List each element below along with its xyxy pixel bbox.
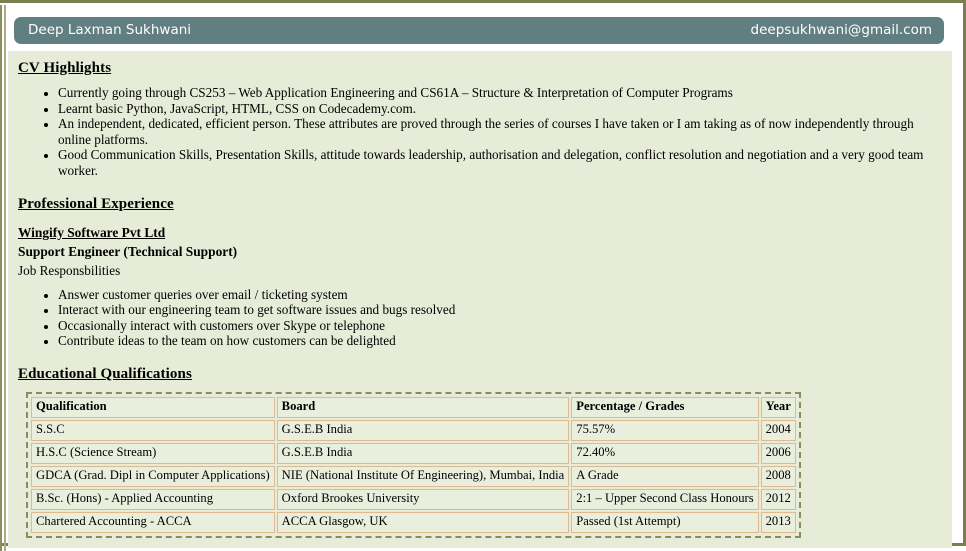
- cv-highlights-list: Currently going through CS253 – Web Appl…: [14, 85, 942, 179]
- table-column-header-board: Board: [276, 396, 570, 418]
- table-row: B.Sc. (Hons) - Applied Accounting Oxford…: [31, 488, 796, 510]
- candidate-email[interactable]: deepsukhwani@gmail.com: [751, 22, 932, 38]
- table-column-header-year: Year: [760, 396, 796, 418]
- list-item: Good Communication Skills, Presentation …: [58, 147, 942, 178]
- cell-percentage: 75.57%: [571, 419, 759, 441]
- cell-board: Oxford Brookes University: [276, 488, 570, 510]
- section-heading-cv-highlights: CV Highlights: [18, 60, 112, 76]
- list-item: An independent, dedicated, efficient per…: [58, 116, 942, 147]
- cell-qualification: GDCA (Grad. Dipl in Computer Application…: [31, 465, 275, 487]
- education-table: Qualification Board Percentage / Grades …: [29, 394, 798, 535]
- cell-year: 2008: [760, 465, 796, 487]
- table-column-header-qualification: Qualification: [31, 396, 275, 418]
- candidate-name: Deep Laxman Sukhwani: [28, 22, 192, 38]
- table-row: GDCA (Grad. Dipl in Computer Application…: [31, 465, 796, 487]
- list-item: Answer customer queries over email / tic…: [58, 287, 942, 303]
- cell-board: G.S.E.B India: [276, 442, 570, 464]
- cv-header-bar: Deep Laxman Sukhwani deepsukhwani@gmail.…: [14, 17, 944, 44]
- table-row: H.S.C (Science Stream) G.S.E.B India 72.…: [31, 442, 796, 464]
- cell-year: 2012: [760, 488, 796, 510]
- list-item: Contribute ideas to the team on how cust…: [58, 333, 942, 349]
- cell-qualification: B.Sc. (Hons) - Applied Accounting: [31, 488, 275, 510]
- table-row: Chartered Accounting - ACCA ACCA Glasgow…: [31, 511, 796, 533]
- section-cv-highlights: CV Highlights: [18, 59, 942, 77]
- cell-board: NIE (National Institute Of Engineering),…: [276, 465, 570, 487]
- section-professional-experience: Professional Experience: [18, 195, 942, 213]
- cell-percentage: A Grade: [571, 465, 759, 487]
- cell-qualification: H.S.C (Science Stream): [31, 442, 275, 464]
- table-row: S.S.C G.S.E.B India 75.57% 2004: [31, 419, 796, 441]
- document-page-frame: Deep Laxman Sukhwani deepsukhwani@gmail.…: [0, 0, 966, 551]
- section-educational-qualifications: Educational Qualifications: [18, 365, 942, 383]
- cell-qualification: S.S.C: [31, 419, 275, 441]
- table-header-row: Qualification Board Percentage / Grades …: [31, 396, 796, 418]
- cell-percentage: Passed (1st Attempt): [571, 511, 759, 533]
- left-border-rail-inner: [4, 5, 6, 551]
- section-heading-educational-qualifications: Educational Qualifications: [18, 365, 192, 382]
- cell-board: ACCA Glasgow, UK: [276, 511, 570, 533]
- employer-name: Wingify Software Pvt Ltd: [18, 224, 166, 240]
- cell-qualification: Chartered Accounting - ACCA: [31, 511, 275, 533]
- section-heading-professional-experience: Professional Experience: [18, 195, 174, 212]
- responsibilities-label: Job Responsbilities: [18, 262, 121, 278]
- list-item: Learnt basic Python, JavaScript, HTML, C…: [58, 101, 942, 117]
- list-item: Interact with our engineering team to ge…: [58, 302, 942, 318]
- cell-percentage: 72.40%: [571, 442, 759, 464]
- list-item: Occasionally interact with customers ove…: [58, 318, 942, 334]
- education-table-container: Qualification Board Percentage / Grades …: [26, 391, 801, 538]
- job-responsibilities-list: Answer customer queries over email / tic…: [14, 287, 942, 349]
- document-inner-frame: Deep Laxman Sukhwani deepsukhwani@gmail.…: [0, 3, 963, 551]
- list-item: Currently going through CS253 – Web Appl…: [58, 85, 942, 101]
- cell-board: G.S.E.B India: [276, 419, 570, 441]
- left-border-rail-outer: [0, 5, 2, 551]
- cell-year: 2006: [760, 442, 796, 464]
- job-title: Support Engineer (Technical Support): [18, 243, 238, 259]
- cell-year: 2004: [760, 419, 796, 441]
- table-column-header-percentage: Percentage / Grades: [571, 396, 759, 418]
- cell-year: 2013: [760, 511, 796, 533]
- cell-percentage: 2:1 – Upper Second Class Honours: [571, 488, 759, 510]
- cv-content-area: CV Highlights Currently going through CS…: [8, 51, 952, 548]
